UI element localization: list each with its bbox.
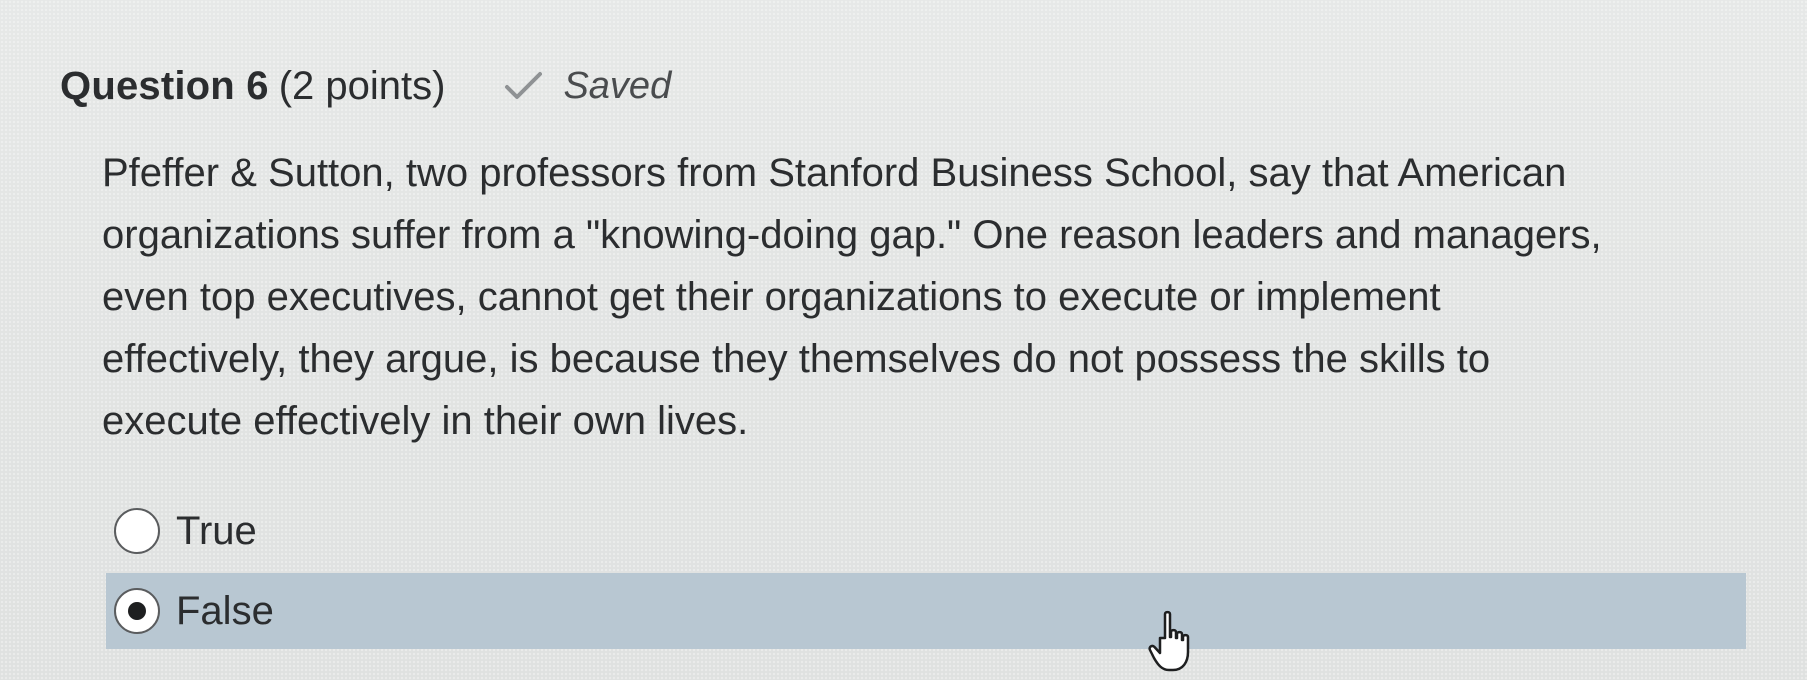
question-title: Question 6 bbox=[60, 63, 269, 108]
question-text-line: Pfeffer & Sutton, two professors from St… bbox=[102, 151, 1567, 195]
question-text-line: effectively, they argue, is because they… bbox=[102, 337, 1491, 381]
option-label-false[interactable]: False bbox=[176, 589, 274, 634]
hand-pointer-icon bbox=[1148, 610, 1190, 672]
radio-button-false[interactable] bbox=[114, 588, 160, 634]
saved-status: Saved bbox=[501, 65, 671, 108]
question-points: (2 points) bbox=[278, 63, 446, 108]
saved-status-label: Saved bbox=[563, 64, 672, 107]
question-text-line: even top executives, cannot get their or… bbox=[102, 275, 1441, 319]
option-true[interactable]: True bbox=[106, 504, 257, 558]
check-icon bbox=[505, 72, 543, 99]
question-header: Question 6 (2 points) Saved bbox=[60, 58, 671, 114]
question-text-line: organizations suffer from a "knowing-doi… bbox=[102, 213, 1602, 257]
radio-button-true[interactable] bbox=[114, 508, 160, 554]
option-label-true[interactable]: True bbox=[176, 509, 257, 554]
question-text: Pfeffer & Sutton, two professors from St… bbox=[102, 142, 1742, 452]
option-false-selected-row[interactable]: False bbox=[106, 573, 1746, 649]
radio-selected-dot bbox=[128, 602, 146, 620]
option-false[interactable]: False bbox=[106, 573, 274, 649]
question-text-line: execute effectively in their own lives. bbox=[102, 399, 749, 443]
